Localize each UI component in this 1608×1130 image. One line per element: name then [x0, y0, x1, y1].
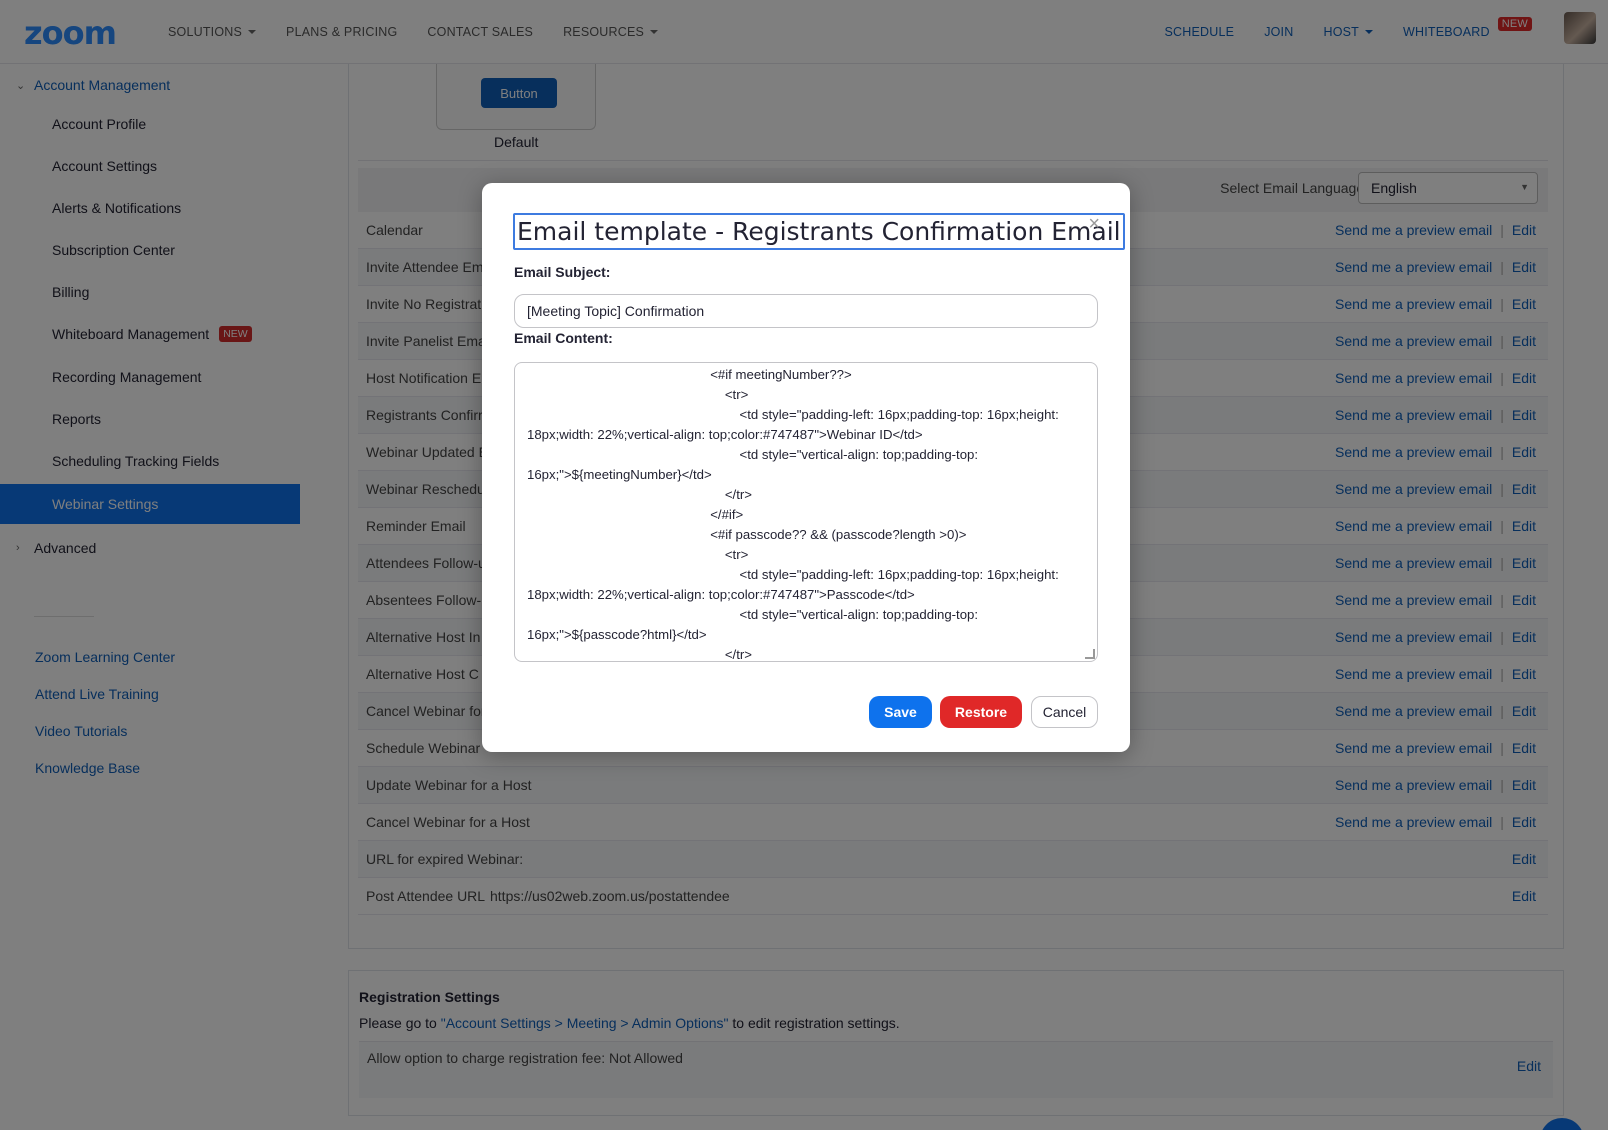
email-subject-input[interactable]: [Meeting Topic] Confirmation — [514, 294, 1098, 328]
email-template-dialog: Email template - Registrants Confirmatio… — [482, 183, 1130, 752]
save-button[interactable]: Save — [869, 696, 932, 728]
email-content-label: Email Content: — [514, 330, 613, 346]
cancel-button[interactable]: Cancel — [1031, 696, 1098, 728]
email-subject-label: Email Subject: — [514, 264, 611, 280]
close-icon[interactable]: × — [1088, 213, 1100, 236]
restore-button[interactable]: Restore — [940, 696, 1022, 728]
email-content-text: <#if meetingNumber??> <tr> <td style="pa… — [527, 367, 1059, 662]
email-content-textarea[interactable]: <#if meetingNumber??> <tr> <td style="pa… — [514, 362, 1098, 662]
resize-handle-icon[interactable] — [1085, 649, 1095, 659]
dialog-title[interactable]: Email template - Registrants Confirmatio… — [513, 213, 1125, 250]
